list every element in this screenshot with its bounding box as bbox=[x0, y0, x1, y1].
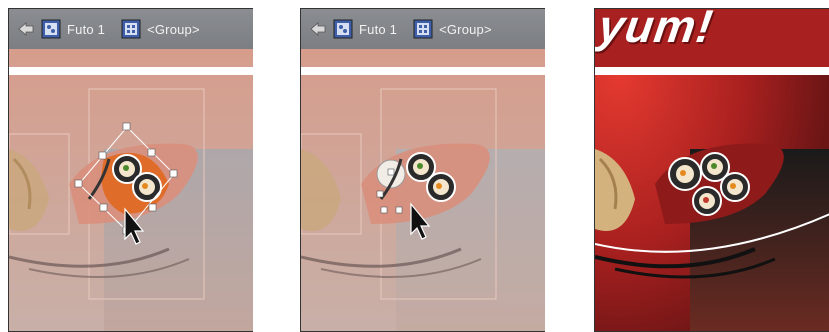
artboard-panel-final: yum! bbox=[594, 8, 829, 332]
breadcrumb-layer-label[interactable]: Futo 1 bbox=[359, 22, 397, 37]
transform-handle[interactable] bbox=[169, 169, 178, 178]
white-stripe bbox=[9, 67, 253, 75]
back-arrow-icon[interactable] bbox=[17, 20, 35, 38]
artwork-canvas[interactable] bbox=[595, 9, 829, 331]
back-arrow-icon[interactable] bbox=[309, 20, 327, 38]
transform-handle[interactable] bbox=[147, 148, 156, 157]
headline-text: yum! bbox=[595, 8, 717, 52]
transform-handle[interactable] bbox=[148, 203, 157, 212]
breadcrumb-group-label[interactable]: <Group> bbox=[147, 22, 200, 37]
transform-handle[interactable] bbox=[74, 179, 83, 188]
group-icon[interactable] bbox=[121, 19, 141, 39]
transform-handle[interactable] bbox=[98, 151, 107, 160]
layer-icon[interactable] bbox=[41, 19, 61, 39]
white-stripe bbox=[301, 67, 545, 75]
layer-icon[interactable] bbox=[333, 19, 353, 39]
breadcrumb-layer-label[interactable]: Futo 1 bbox=[67, 22, 105, 37]
isolation-mode-breadcrumb: Futo 1 <Group> bbox=[9, 9, 253, 49]
transform-handle[interactable] bbox=[99, 203, 108, 212]
group-icon[interactable] bbox=[413, 19, 433, 39]
artboard-panel-isolation-hover: Futo 1 <Group> bbox=[300, 8, 545, 332]
artwork-canvas[interactable] bbox=[301, 9, 545, 331]
transform-handle[interactable] bbox=[122, 122, 131, 131]
breadcrumb-group-label[interactable]: <Group> bbox=[439, 22, 492, 37]
artboard-panel-isolation-selected: Futo 1 <Group> bbox=[8, 8, 253, 332]
white-stripe bbox=[595, 67, 829, 75]
isolation-mode-breadcrumb: Futo 1 <Group> bbox=[301, 9, 545, 49]
artwork-canvas[interactable] bbox=[9, 9, 253, 331]
